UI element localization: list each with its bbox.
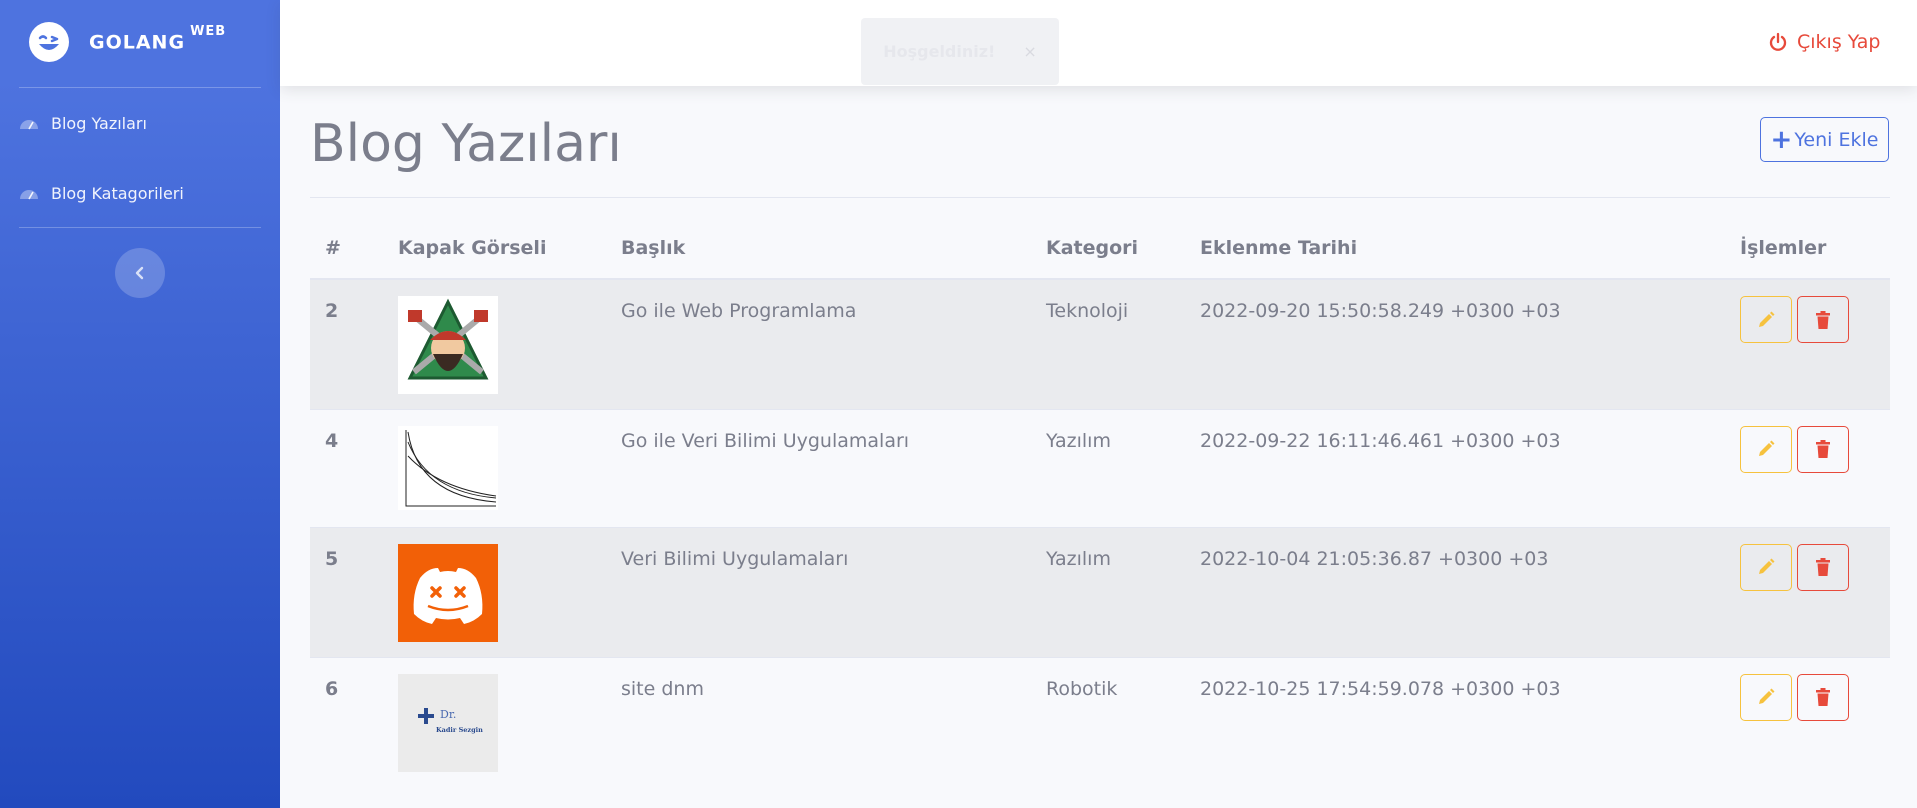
sidebar-divider <box>19 227 261 228</box>
column-header: Başlık <box>606 218 1031 280</box>
brand[interactable]: GOLANG WEB <box>29 21 226 63</box>
row-id: 4 <box>325 429 339 452</box>
delete-button[interactable] <box>1797 425 1849 473</box>
post-title: Veri Bilimi Uygulamaları <box>621 547 849 570</box>
sidebar-toggle-button[interactable] <box>115 248 165 298</box>
logo-dr-text: Dr. <box>440 707 457 721</box>
post-date: 2022-10-25 17:54:59.078 +0300 +03 <box>1200 677 1561 700</box>
delete-button[interactable] <box>1797 543 1849 591</box>
dashboard-icon <box>19 116 39 130</box>
decay-curves-plot-image <box>398 425 498 510</box>
post-date: 2022-10-04 21:05:36.87 +0300 +03 <box>1200 547 1549 570</box>
pencil-icon <box>1756 687 1776 707</box>
post-category: Yazılım <box>1046 429 1111 452</box>
topbar <box>280 0 1917 86</box>
edit-button[interactable] <box>1740 425 1792 473</box>
cover-cell <box>383 527 606 657</box>
edit-button[interactable] <box>1740 296 1792 343</box>
post-title: Go ile Web Programlama <box>621 300 857 322</box>
brand-name: GOLANG WEB <box>89 24 227 54</box>
row-id: 5 <box>325 547 339 570</box>
trash-icon <box>1815 310 1831 330</box>
post-title: Go ile Veri Bilimi Uygulamaları <box>621 429 910 452</box>
post-category: Teknoloji <box>1046 300 1129 322</box>
actions-cell <box>1725 527 1890 657</box>
pencil-icon <box>1756 439 1776 459</box>
pencil-icon <box>1756 557 1776 577</box>
post-title: site dnm <box>621 677 704 700</box>
delete-button[interactable] <box>1797 296 1849 343</box>
sidebar-item-label: Blog Katagorileri <box>51 183 184 203</box>
sidebar: GOLANG WEB Blog Yazıları Blog Katagoriler… <box>0 0 280 808</box>
post-category: Robotik <box>1046 677 1118 700</box>
actions-cell <box>1725 279 1890 409</box>
actions-cell <box>1725 409 1890 527</box>
post-date: 2022-09-22 16:11:46.461 +0300 +03 <box>1200 429 1561 452</box>
column-header: Kategori <box>1031 218 1185 280</box>
page-title: Blog Yazıları <box>310 114 622 174</box>
dashboard-icon <box>19 186 39 200</box>
toast-message: Hoşgeldiniz! <box>883 42 996 61</box>
cover-cell <box>383 279 606 409</box>
sidebar-divider <box>19 87 261 88</box>
table-row: 6 Dr. Kadir Sezgin site dnm Robotik 2022… <box>310 657 1890 787</box>
table-header-row: # Kapak Görseli Başlık Kategori Eklenme … <box>310 218 1890 280</box>
sidebar-item-label: Blog Yazıları <box>51 113 147 133</box>
discord-logo-image <box>398 543 498 642</box>
logo-name-text: Kadir Sezgin <box>436 725 483 734</box>
table-row: 4 Go ile Veri Bilimi Uygulamaları Yazılı… <box>310 409 1890 527</box>
delete-button[interactable] <box>1797 673 1849 721</box>
post-category: Yazılım <box>1046 547 1111 570</box>
actions-cell <box>1725 657 1890 787</box>
cover-cell: Dr. Kadir Sezgin <box>383 657 606 787</box>
toast-close-button[interactable]: × <box>1023 42 1036 61</box>
add-new-label: Yeni Ekle <box>1794 128 1879 151</box>
trash-icon <box>1815 557 1831 577</box>
content-divider <box>310 197 1890 198</box>
power-icon <box>1768 32 1788 52</box>
logout-button[interactable]: Çıkış Yap <box>1768 26 1880 58</box>
sidebar-item-blog-yazilari[interactable]: Blog Yazıları <box>19 108 261 138</box>
logout-label: Çıkış Yap <box>1797 31 1881 53</box>
table-row: 2 Go ile Web Programlama Teknoloji 2022-… <box>310 279 1890 409</box>
edit-button[interactable] <box>1740 543 1792 591</box>
cover-cell <box>383 409 606 527</box>
sidebar-item-blog-katagorileri[interactable]: Blog Katagorileri <box>19 178 261 208</box>
brand-suffix: WEB <box>190 24 227 40</box>
welcome-toast: Hoşgeldiniz! × <box>861 18 1059 85</box>
row-id: 6 <box>325 677 339 700</box>
row-id: 2 <box>325 300 339 322</box>
column-header: Eklenme Tarihi <box>1185 218 1725 280</box>
plus-icon: + <box>1770 124 1793 155</box>
edit-button[interactable] <box>1740 673 1792 721</box>
post-date: 2022-09-20 15:50:58.249 +0300 +03 <box>1200 300 1561 322</box>
chevron-left-icon <box>134 266 146 280</box>
column-header: İşlemler <box>1725 218 1890 280</box>
trash-icon <box>1815 439 1831 459</box>
laughing-face-icon <box>29 22 69 62</box>
lumberjack-mascot-image <box>398 296 498 394</box>
pencil-icon <box>1756 310 1776 330</box>
blog-posts-table: # Kapak Görseli Başlık Kategori Eklenme … <box>310 218 1890 787</box>
column-header: Kapak Görseli <box>383 218 606 280</box>
column-header: # <box>310 218 383 280</box>
dr-kadir-sezgin-logo-image: Dr. Kadir Sezgin <box>398 673 498 772</box>
trash-icon <box>1815 687 1831 707</box>
table-row: 5 Veri Bilimi Uygulamaları Yazılım 2022-… <box>310 527 1890 657</box>
add-new-button[interactable]: + Yeni Ekle <box>1760 117 1889 162</box>
